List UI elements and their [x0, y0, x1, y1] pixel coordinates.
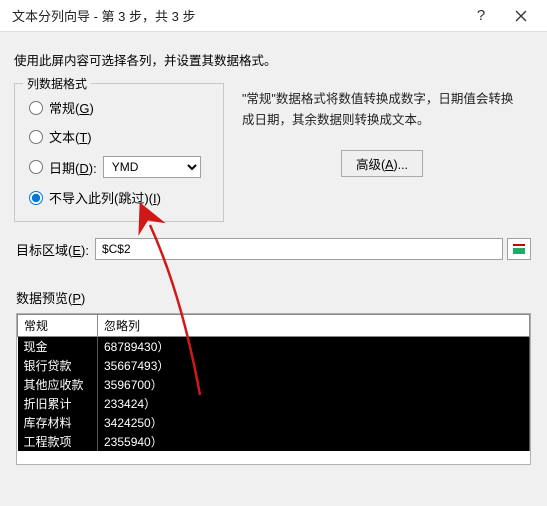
table-row: 工程款项2355940）	[18, 432, 530, 451]
data-preview: 常规 忽略列 现金68789430）银行贷款35667493）其他应收款3596…	[16, 313, 531, 465]
dialog-title: 文本分列向导 - 第 3 步，共 3 步	[12, 6, 461, 25]
radio-date[interactable]	[29, 160, 43, 174]
preview-header: 常规	[18, 315, 98, 337]
table-row: 库存材料3424250）	[18, 413, 530, 432]
table-cell: 68789430）	[98, 337, 530, 357]
table-cell: 工程款项	[18, 432, 98, 451]
table-cell: 库存材料	[18, 413, 98, 432]
radio-text-label: 文本(T)	[49, 127, 92, 146]
table-row: 现金68789430）	[18, 337, 530, 357]
table-cell: 其他应收款	[18, 375, 98, 394]
table-row: 折旧累计233424）	[18, 394, 530, 413]
table-row: 其他应收款3596700）	[18, 375, 530, 394]
radio-general-label: 常规(G)	[49, 98, 94, 117]
date-format-select[interactable]: YMD	[103, 156, 201, 178]
radio-skip[interactable]	[29, 191, 43, 205]
radio-date-label: 日期(D):	[49, 158, 97, 177]
close-button[interactable]	[501, 2, 541, 30]
format-description: "常规"数据格式将数值转换成数字，日期值会转换成日期，其余数据则转换成文本。	[242, 89, 522, 132]
table-row: 银行贷款35667493）	[18, 356, 530, 375]
destination-input[interactable]	[95, 238, 503, 260]
range-picker-button[interactable]	[507, 238, 531, 260]
column-format-group: 列数据格式 常规(G) 文本(T) 日期(D): YMD 不导入此列(跳过)(I…	[14, 83, 224, 222]
instruction-text: 使用此屏内容可选择各列，并设置其数据格式。	[14, 50, 533, 69]
table-cell: 现金	[18, 337, 98, 357]
table-cell: 2355940）	[98, 432, 530, 451]
close-icon	[515, 10, 527, 22]
table-cell: 3596700）	[98, 375, 530, 394]
range-picker-icon	[513, 244, 525, 254]
radio-skip-label: 不导入此列(跳过)(I)	[49, 188, 161, 207]
table-cell: 233424）	[98, 394, 530, 413]
preview-label: 数据预览(P)	[16, 288, 531, 307]
table-cell: 银行贷款	[18, 356, 98, 375]
table-cell: 3424250）	[98, 413, 530, 432]
group-legend: 列数据格式	[23, 75, 91, 92]
preview-scroll[interactable]: 常规 忽略列 现金68789430）银行贷款35667493）其他应收款3596…	[17, 314, 530, 464]
radio-text[interactable]	[29, 130, 43, 144]
table-cell: 35667493）	[98, 356, 530, 375]
help-button[interactable]: ?	[461, 2, 501, 30]
radio-general[interactable]	[29, 101, 43, 115]
destination-label: 目标区域(E):	[16, 240, 89, 259]
table-cell: 折旧累计	[18, 394, 98, 413]
preview-header: 忽略列	[98, 315, 530, 337]
advanced-button[interactable]: 高级(A)...	[341, 150, 423, 177]
